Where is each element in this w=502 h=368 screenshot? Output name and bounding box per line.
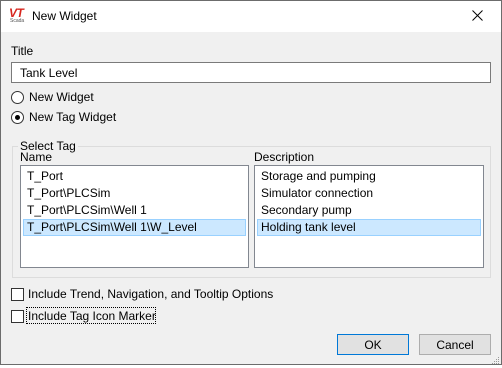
ok-button[interactable]: OK <box>337 334 409 355</box>
title-input[interactable]: Tank Level <box>11 62 491 83</box>
list-item[interactable]: Simulator connection <box>257 185 481 202</box>
logo-subtext: Scada <box>10 18 25 24</box>
close-button[interactable] <box>455 2 500 31</box>
list-item[interactable]: T_Port\PLCSim\Well 1 <box>23 202 246 219</box>
resize-grip-icon[interactable] <box>491 354 500 364</box>
include-icon-marker-label[interactable]: Include Tag Icon Marker <box>28 309 156 323</box>
include-trend-checkbox[interactable] <box>11 288 24 301</box>
tag-name-list[interactable]: T_Port T_Port\PLCSim T_Port\PLCSim\Well … <box>20 165 249 268</box>
list-item-selected[interactable]: Holding tank level <box>257 219 481 236</box>
list-item[interactable]: T_Port\PLCSim <box>23 185 246 202</box>
new-tag-widget-radio-label[interactable]: New Tag Widget <box>29 110 116 124</box>
list-item[interactable]: T_Port <box>23 168 246 185</box>
description-column-header: Description <box>254 150 315 164</box>
new-widget-radio[interactable] <box>11 91 24 104</box>
list-item-selected[interactable]: T_Port\PLCSim\Well 1\W_Level <box>23 219 246 236</box>
list-item[interactable]: Secondary pump <box>257 202 481 219</box>
new-widget-dialog: VT Scada New Widget Title Tank Level New… <box>0 0 502 365</box>
title-bar: VT Scada New Widget <box>1 1 501 32</box>
dialog-title: New Widget <box>32 9 97 23</box>
new-tag-widget-radio[interactable] <box>11 111 24 124</box>
tag-description-list[interactable]: Storage and pumping Simulator connection… <box>254 165 484 268</box>
close-icon <box>472 9 483 24</box>
app-logo: VT Scada <box>9 6 29 25</box>
cancel-button[interactable]: Cancel <box>419 334 491 355</box>
name-column-header: Name <box>20 150 53 164</box>
new-widget-radio-label[interactable]: New Widget <box>29 90 94 104</box>
title-label: Title <box>11 44 34 58</box>
list-item[interactable]: Storage and pumping <box>257 168 481 185</box>
include-trend-label[interactable]: Include Trend, Navigation, and Tooltip O… <box>28 287 273 301</box>
include-icon-marker-checkbox[interactable] <box>11 310 24 323</box>
